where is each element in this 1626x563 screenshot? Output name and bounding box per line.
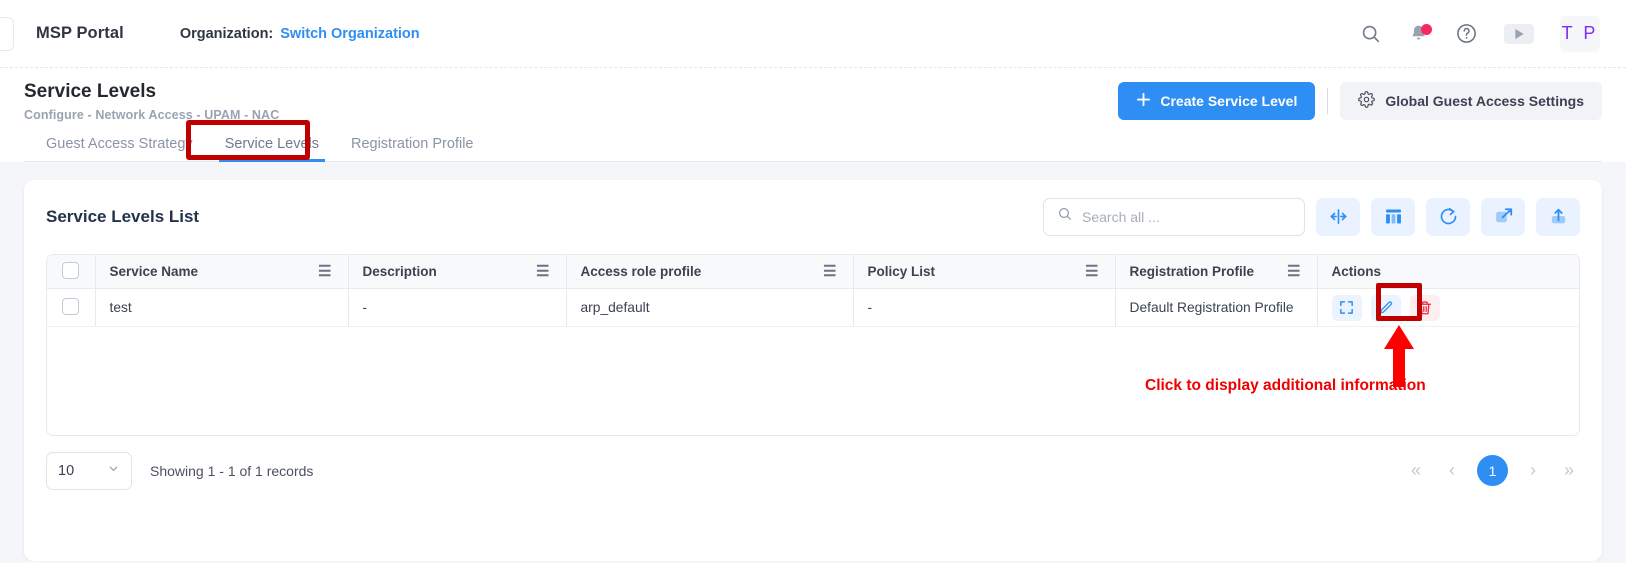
header-actions: Create Service Level Global Guest Access…	[1118, 82, 1602, 120]
tab-guest-access-strategy[interactable]: Guest Access Strategy	[30, 130, 209, 161]
organization-label: Organization:	[180, 26, 273, 42]
table-footer: 10 Showing 1 - 1 of 1 records « ‹ 1 › »	[46, 452, 1580, 490]
create-service-level-label: Create Service Level	[1160, 93, 1297, 109]
plus-icon	[1136, 92, 1151, 110]
pagination-last[interactable]: »	[1558, 460, 1580, 481]
cell-service-name: test	[95, 289, 348, 327]
page-title: Service Levels	[24, 80, 279, 104]
row-checkbox[interactable]	[62, 298, 79, 315]
tab-service-levels[interactable]: Service Levels	[209, 130, 335, 161]
chevron-down-icon	[107, 462, 120, 479]
pagination-page-1[interactable]: 1	[1477, 455, 1508, 486]
notification-badge	[1421, 24, 1432, 35]
column-label: Service Name	[110, 264, 199, 279]
top-navigation-bar: MSP Portal Organization: Switch Organiza…	[0, 0, 1626, 68]
avatar[interactable]: T P	[1560, 16, 1600, 52]
top-bar-actions: T P	[1360, 16, 1606, 52]
cell-registration-profile: Default Registration Profile	[1115, 289, 1317, 327]
hamburger-menu-icon[interactable]: ☰	[1085, 264, 1100, 279]
column-label: Description	[363, 264, 437, 279]
row-select-cell	[47, 289, 95, 327]
cell-access-role-profile: arp_default	[566, 289, 853, 327]
table-row[interactable]: test - arp_default - Default Registratio…	[47, 289, 1579, 327]
fit-columns-icon[interactable]	[1316, 198, 1360, 236]
service-levels-card: Service Levels List	[24, 180, 1602, 561]
card-toolbar	[1043, 198, 1580, 236]
column-label: Registration Profile	[1130, 264, 1255, 279]
switch-organization-link[interactable]: Switch Organization	[280, 26, 419, 42]
edit-icon[interactable]	[1371, 295, 1401, 321]
global-guest-access-settings-label: Global Guest Access Settings	[1385, 93, 1584, 109]
bell-icon[interactable]	[1408, 23, 1429, 44]
expand-icon[interactable]	[1481, 198, 1525, 236]
header-divider	[1327, 88, 1328, 114]
pagination-prev[interactable]: ‹	[1441, 460, 1463, 481]
hamburger-menu-icon[interactable]: ☰	[1287, 264, 1302, 279]
hamburger-menu-icon[interactable]: ☰	[318, 264, 333, 279]
play-icon[interactable]	[1504, 24, 1534, 44]
page-header: Service Levels Configure - Network Acces…	[0, 68, 1626, 162]
question-circle-icon[interactable]	[1455, 22, 1478, 45]
tab-registration-profile[interactable]: Registration Profile	[335, 130, 490, 161]
organization-selector: Organization: Switch Organization	[180, 26, 420, 42]
page-size-value: 10	[58, 463, 74, 479]
pagination-first[interactable]: «	[1405, 460, 1427, 481]
pagination-next[interactable]: ›	[1522, 460, 1544, 481]
tab-bar: Guest Access Strategy Service Levels Reg…	[24, 122, 1602, 162]
column-header-description[interactable]: Description ☰	[348, 255, 566, 289]
search-box[interactable]	[1043, 198, 1305, 236]
page-size-select[interactable]: 10	[46, 452, 132, 490]
column-header-access-role-profile[interactable]: Access role profile ☰	[566, 255, 853, 289]
annotation-callout-text: Click to display additional information	[1145, 377, 1426, 395]
column-label: Policy List	[868, 264, 936, 279]
pagination: « ‹ 1 › »	[1405, 455, 1580, 486]
page-title-block: Service Levels Configure - Network Acces…	[24, 80, 279, 122]
global-guest-access-settings-button[interactable]: Global Guest Access Settings	[1340, 82, 1602, 120]
brand-title: MSP Portal	[36, 24, 124, 43]
card-header: Service Levels List	[46, 198, 1580, 236]
column-header-policy-list[interactable]: Policy List ☰	[853, 255, 1115, 289]
delete-icon[interactable]	[1410, 295, 1440, 321]
column-header-actions: Actions	[1317, 255, 1579, 289]
hamburger-menu-icon[interactable]: ☰	[823, 264, 838, 279]
select-all-header	[47, 255, 95, 289]
create-service-level-button[interactable]: Create Service Level	[1118, 82, 1315, 120]
table-header-row: Service Name ☰ Description ☰	[47, 255, 1579, 289]
service-levels-table: Service Name ☰ Description ☰	[46, 254, 1580, 436]
search-icon	[1057, 206, 1073, 227]
gear-icon	[1358, 91, 1375, 111]
card-title: Service Levels List	[46, 207, 199, 227]
column-header-registration-profile[interactable]: Registration Profile ☰	[1115, 255, 1317, 289]
play-icon-box	[1504, 24, 1534, 44]
cell-actions	[1317, 289, 1579, 327]
column-label: Access role profile	[581, 264, 702, 279]
select-all-checkbox[interactable]	[62, 262, 79, 279]
showing-records-text: Showing 1 - 1 of 1 records	[150, 463, 313, 479]
search-icon[interactable]	[1360, 23, 1382, 45]
column-label: Actions	[1332, 264, 1382, 279]
expand-details-icon[interactable]	[1332, 295, 1362, 321]
hamburger-menu-icon[interactable]: ☰	[536, 264, 551, 279]
column-settings-icon[interactable]	[1371, 198, 1415, 236]
page-content: Service Levels List	[0, 162, 1626, 561]
breadcrumb: Configure - Network Access - UPAM - NAC	[24, 108, 279, 122]
cell-policy-list: -	[853, 289, 1115, 327]
search-input[interactable]	[1082, 209, 1291, 225]
cell-description: -	[348, 289, 566, 327]
column-header-service-name[interactable]: Service Name ☰	[95, 255, 348, 289]
refresh-icon[interactable]	[1426, 198, 1470, 236]
sidebar-toggle-handle[interactable]	[0, 17, 14, 51]
export-icon[interactable]	[1536, 198, 1580, 236]
